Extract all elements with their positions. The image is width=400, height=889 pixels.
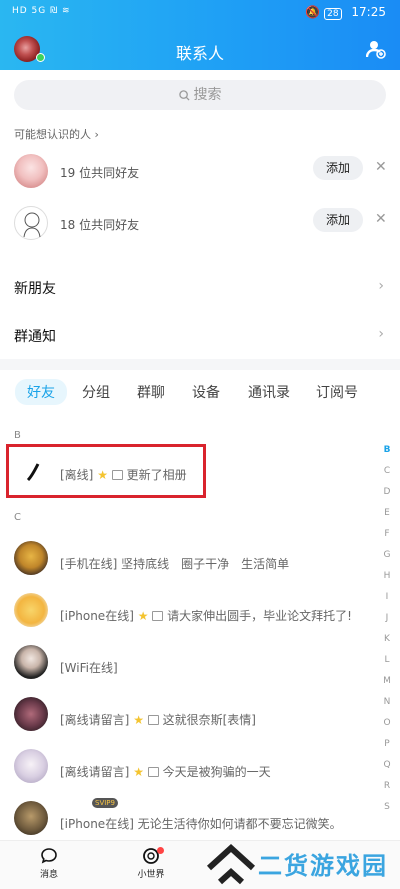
star-icon: ★ [137,609,149,623]
battery-icon: 28 [324,8,342,20]
friend-status: [离线请留言] ★ 这就很奈斯[表情] [60,713,256,727]
index-letter: N [383,697,391,707]
nav-world-label: 小世界 [137,870,165,880]
suggestion-item[interactable]: 18 位共同好友 添加 ✕ [0,200,400,250]
nav-messages[interactable]: 消息 [19,847,79,880]
avatar [14,801,48,835]
tab-groups[interactable]: 分组 [82,382,110,402]
photo-icon [147,767,159,777]
friend-status: [iPhone在线] 无论生活待你如何请都不要忘记微笑。 [60,817,342,831]
friend-status: [离线请留言] ★ 今天是被狗骗的一天 [60,765,271,779]
search-icon [178,90,190,101]
friend-status: [WiFi在线] [60,661,118,675]
group-notify-row[interactable]: 群通知 › [0,311,400,359]
notification-dot [157,847,164,854]
index-letter: F [384,529,390,539]
friend-item[interactable]: [离线请留言] ★ 这就很奈斯[表情] [0,693,380,745]
index-letter: M [383,676,391,686]
nav-messages-label: 消息 [39,870,58,880]
avatar [14,154,48,188]
section-letter-b: B [14,430,21,441]
friend-item[interactable]: [手机在线] 坚持底线 圈子干净 生活简单 [0,537,380,589]
mutual-friends-count: 18 位共同好友 [60,218,140,232]
tab-chats[interactable]: 群聊 [137,382,165,402]
mutual-friends-count: 19 位共同好友 [60,166,140,180]
index-letter: J [385,613,389,623]
add-contact-icon[interactable] [366,39,386,59]
status-right: 🔕 28 17:25 [305,5,386,20]
contact-tabs: 好友 分组 群聊 设备 通讯录 订阅号 [0,372,400,412]
index-letter: R [383,781,391,791]
alphabet-index[interactable]: B C D E F G H I J K L M N O P Q R S [380,440,394,818]
new-friends-row[interactable]: 新朋友 › [0,263,400,311]
friend-status: [iPhone在线] ★ 请大家伸出圆手，毕业论文拜托了! [60,609,352,623]
tab-subscriptions[interactable]: 订阅号 [316,382,358,402]
highlight-box [6,444,206,498]
index-letter: O [383,718,391,728]
index-letter: Q [383,760,391,770]
close-icon[interactable]: ✕ [375,159,387,175]
suggestions-label[interactable]: 可能想认识的人 › [14,126,99,142]
index-letter: S [384,802,390,812]
tab-address-book[interactable]: 通讯录 [248,382,290,402]
chevron-right-icon: › [378,278,384,294]
avatar [14,645,48,679]
photo-icon [147,715,159,725]
index-letter: I [385,592,389,602]
index-letter: E [384,508,390,518]
star-icon: ★ [133,765,144,779]
nav-world[interactable]: 小世界 [121,847,181,880]
new-friends-label: 新朋友 [14,281,56,297]
index-letter: G [383,550,391,560]
search-input[interactable]: 搜索 [14,80,386,110]
vip-badge: SVIP9 [92,798,118,808]
add-button[interactable]: 添加 [313,156,363,180]
search-placeholder: 搜索 [193,87,222,103]
suggestion-item[interactable]: 19 位共同好友 添加 ✕ [0,148,400,198]
friend-item[interactable]: [iPhone在线] ★ 请大家伸出圆手，毕业论文拜托了! [0,589,380,641]
section-letter-c: C [14,512,21,523]
friend-item[interactable]: [离线请留言] ★ 今天是被狗骗的一天 [0,745,380,797]
watermark-logo-icon [206,843,256,885]
index-letter: B [383,445,391,455]
page-title: 联系人 [175,44,224,63]
friend-status: [手机在线] 坚持底线 圈子干净 生活简单 [60,557,290,571]
signal-indicators: HD 5G ₪ ≋ [12,6,71,16]
watermark-text: 二货游戏园 [258,852,388,880]
photo-icon [152,611,164,621]
add-button[interactable]: 添加 [313,208,363,232]
status-bar: HD 5G ₪ ≋ 🔕 28 17:25 [0,0,400,26]
group-notify-label: 群通知 [14,329,56,345]
index-letter: K [384,634,390,644]
avatar [14,541,48,575]
avatar [14,206,48,240]
chevron-right-icon: › [378,326,384,342]
mute-icon: 🔕 [305,5,325,19]
index-letter: D [383,487,391,497]
index-letter: P [384,739,390,749]
index-letter: L [384,655,390,665]
chat-bubble-icon [41,848,57,864]
avatar [14,593,48,627]
friend-item[interactable]: [WiFi在线] [0,641,380,693]
star-icon: ★ [133,713,144,727]
avatar [14,749,48,783]
index-letter: C [383,466,391,476]
tab-friends[interactable]: 好友 [15,379,67,405]
clock: 17:25 [351,5,386,19]
avatar [14,697,48,731]
tab-devices[interactable]: 设备 [192,382,220,402]
header-bar: HD 5G ₪ ≋ 🔕 28 17:25 联系人 [0,0,400,70]
close-icon[interactable]: ✕ [375,211,387,227]
index-letter: H [383,571,391,581]
